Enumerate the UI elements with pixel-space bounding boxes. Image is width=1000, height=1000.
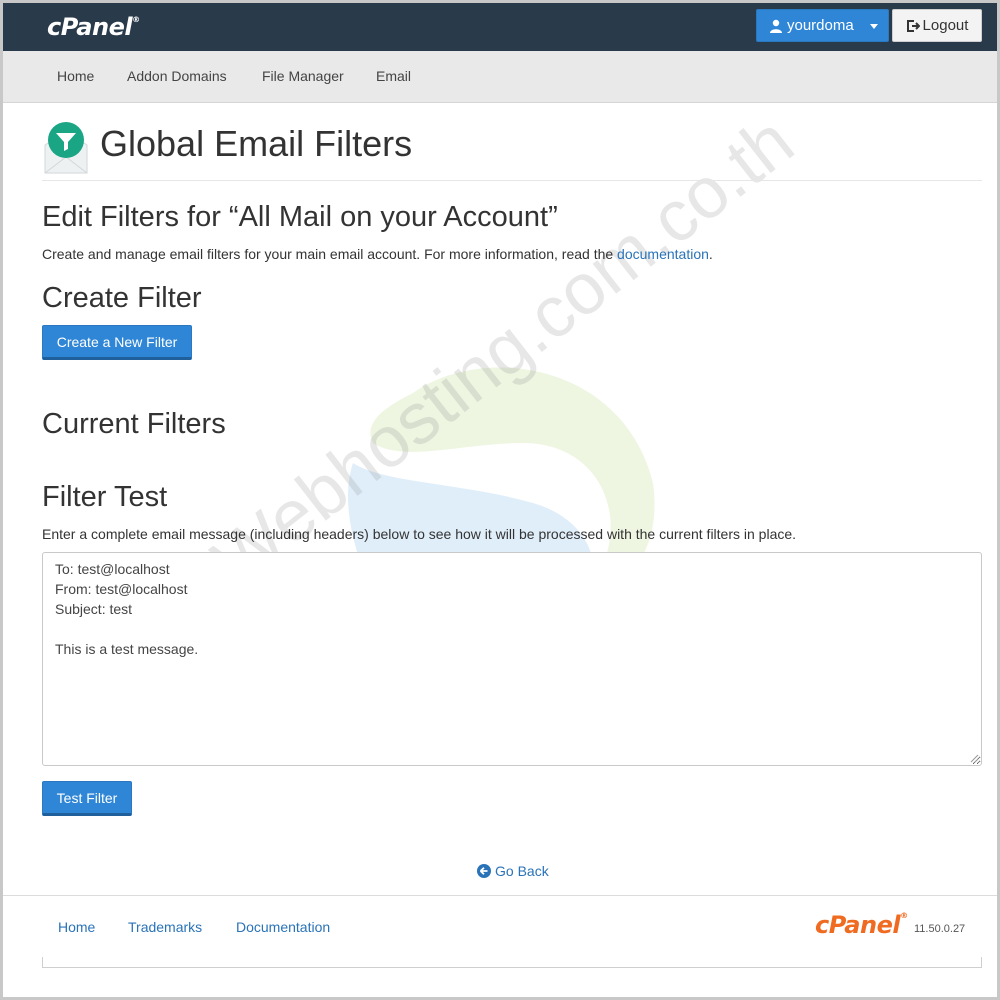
description-text: Create and manage email filters for your… [42, 246, 618, 262]
current-filters-heading: Current Filters [42, 408, 226, 440]
footer-link-trademarks[interactable]: Trademarks [128, 919, 202, 935]
create-new-filter-button[interactable]: Create a New Filter [42, 325, 192, 360]
footer-link-documentation[interactable]: Documentation [236, 919, 330, 935]
documentation-link[interactable]: documentation [617, 246, 709, 262]
test-message-textarea[interactable]: To: test@localhost From: test@localhost … [42, 552, 982, 766]
nav-bar: Home Addon Domains File Manager Email [3, 51, 997, 103]
nav-item-addon-domains[interactable]: Addon Domains [127, 68, 227, 84]
footer-link-home[interactable]: Home [58, 919, 95, 935]
resize-handle-icon[interactable] [969, 753, 979, 763]
footer-divider [3, 895, 997, 896]
version-number: 11.50.0.27 [914, 923, 966, 935]
page-frame: cPanel® yourdoma Logout Home Addon Domai… [0, 0, 1000, 1000]
test-filter-button[interactable]: Test Filter [42, 781, 132, 816]
nav-item-home[interactable]: Home [57, 68, 94, 84]
top-bar: cPanel® yourdoma Logout [3, 3, 997, 51]
nav-item-file-manager[interactable]: File Manager [262, 68, 344, 84]
description-suffix: . [708, 246, 713, 262]
edit-filters-heading: Edit Filters for “All Mail on your Accou… [42, 201, 558, 233]
chevron-down-icon [870, 24, 878, 29]
go-back-link[interactable]: Go Back [477, 863, 549, 879]
user-icon [770, 19, 782, 33]
page-title: Global Email Filters [100, 123, 413, 164]
user-menu-label: yourdoma [787, 17, 854, 34]
arrow-left-circle-icon [477, 864, 491, 878]
email-filter-icon [44, 122, 88, 174]
go-back-label: Go Back [495, 863, 549, 879]
title-divider [42, 180, 982, 181]
logout-button[interactable]: Logout [892, 9, 982, 42]
footer-cpanel-logo: cPanel® [815, 911, 908, 939]
logout-label: Logout [922, 17, 969, 34]
create-filter-heading: Create Filter [42, 282, 202, 314]
filter-test-description: Enter a complete email message (includin… [42, 526, 797, 542]
page-description: Create and manage email filters for your… [42, 246, 713, 262]
user-menu-button[interactable]: yourdoma [756, 9, 889, 42]
nav-item-email[interactable]: Email [376, 68, 411, 84]
footer-box [42, 957, 982, 968]
filter-test-heading: Filter Test [42, 481, 168, 513]
logout-icon [906, 19, 920, 32]
cpanel-logo[interactable]: cPanel® [47, 13, 140, 41]
